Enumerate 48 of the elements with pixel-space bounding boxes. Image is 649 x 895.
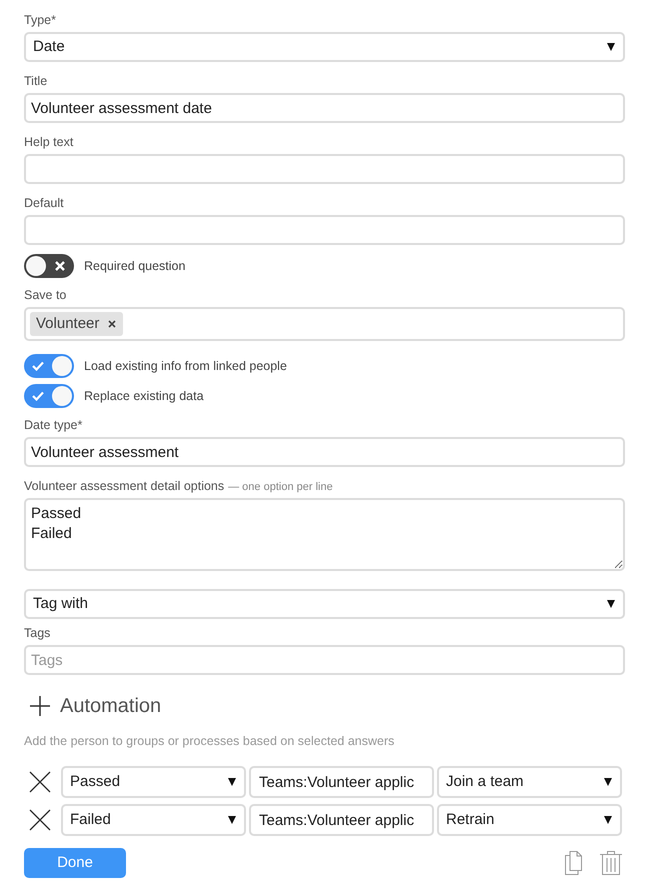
select-field[interactable]: Date: [24, 32, 625, 62]
answer-select[interactable]: Failed: [61, 804, 246, 836]
input-field[interactable]: [24, 215, 625, 245]
copy-icon[interactable]: [565, 851, 584, 875]
action-select[interactable]: Retrain: [437, 804, 622, 836]
check-icon: [32, 361, 44, 371]
caret-icon: [607, 43, 615, 51]
tag-input-field[interactable]: Volunteer: [24, 307, 625, 341]
field-label: Type*: [24, 12, 56, 28]
field-label: Default: [24, 195, 64, 211]
input-field[interactable]: Volunteer assessment: [24, 437, 625, 467]
x-icon: [55, 261, 65, 271]
toggle-label: Replace existing data: [84, 388, 204, 405]
toggle-switch[interactable]: [24, 354, 74, 378]
field-label: Help text: [24, 134, 74, 150]
close-icon[interactable]: [29, 771, 51, 793]
toggle-switch[interactable]: [24, 254, 74, 278]
input-field[interactable]: Volunteer assessment date: [24, 93, 625, 123]
add-automation-button[interactable]: Automation: [24, 692, 162, 720]
answer-select[interactable]: Passed: [61, 766, 246, 798]
textarea-field[interactable]: Passed Failed: [24, 498, 625, 571]
close-icon[interactable]: [108, 320, 116, 328]
group-input[interactable]: Teams:Volunteer applic: [249, 766, 434, 798]
toggle-switch[interactable]: [24, 384, 74, 408]
field-label: Save to: [24, 287, 66, 303]
field-label: Date type*: [24, 417, 82, 433]
caret-icon: [604, 778, 612, 786]
input-field[interactable]: Tags: [24, 645, 625, 675]
caret-icon: [604, 816, 612, 824]
plus-icon: [30, 696, 50, 716]
trash-icon[interactable]: [600, 851, 622, 875]
automation-description: Add the person to groups or processes based on selected answers: [24, 733, 396, 749]
field-label: Title: [24, 73, 48, 89]
field-label: Volunteer assessment detail options: [24, 478, 224, 494]
field-label: Tags: [24, 625, 50, 641]
toggle-label: Required question: [84, 258, 186, 275]
chip-label: Volunteer: [36, 314, 100, 334]
caret-icon: [228, 778, 236, 786]
select-field[interactable]: Tag with: [24, 589, 625, 619]
action-select[interactable]: Join a team: [437, 766, 622, 798]
toggle-label: Load existing info from linked people: [84, 358, 287, 375]
input-field[interactable]: [24, 154, 625, 184]
group-input[interactable]: Teams:Volunteer applic: [249, 804, 434, 836]
check-icon: [32, 391, 44, 401]
field-hint: — one option per line: [228, 480, 333, 495]
caret-icon: [607, 600, 615, 608]
caret-icon: [228, 816, 236, 824]
close-icon[interactable]: [29, 809, 51, 831]
